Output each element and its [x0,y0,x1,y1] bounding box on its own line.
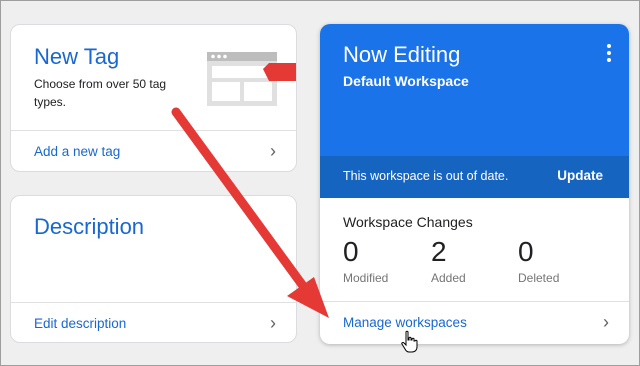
card-divider [11,302,296,303]
edit-description-link[interactable]: Edit description [34,316,126,331]
description-title: Description [34,214,145,239]
chevron-right-icon[interactable]: › [270,141,276,162]
stat-added: 2 Added [431,236,466,285]
add-new-tag-link[interactable]: Add a new tag [34,144,120,159]
update-button[interactable]: Update [557,168,603,183]
workspace-changes-title: Workspace Changes [343,214,473,230]
stat-deleted: 0 Deleted [518,236,559,285]
out-of-date-banner: This workspace is out of date. Update [320,156,629,198]
tag-illustration-icon [207,52,296,106]
new-tag-title: New Tag [34,44,120,69]
workspace-name: Default Workspace [343,73,469,89]
stat-value: 0 [343,236,359,267]
chevron-right-icon[interactable]: › [603,312,609,333]
card-divider [11,130,296,131]
workspace-title: Now Editing [343,42,461,67]
new-tag-card[interactable]: New Tag Choose from over 50 tag types. A… [10,24,297,172]
workspace-header: Now Editing Default Workspace [320,24,629,156]
more-vert-icon[interactable] [607,44,611,65]
stat-value: 2 [431,236,447,267]
card-divider [320,301,629,302]
description-card[interactable]: Description Edit description › [10,195,297,343]
banner-text: This workspace is out of date. [343,169,509,183]
stat-label: Added [431,271,466,285]
manage-workspaces-link[interactable]: Manage workspaces [343,315,467,330]
stat-value: 0 [518,236,534,267]
workspace-card: Now Editing Default Workspace This works… [320,24,629,344]
stat-modified: 0 Modified [343,236,388,285]
chevron-right-icon[interactable]: › [270,313,276,334]
stat-label: Modified [343,271,389,285]
new-tag-description: Choose from over 50 tag types. [34,77,167,109]
stat-label: Deleted [518,271,560,285]
